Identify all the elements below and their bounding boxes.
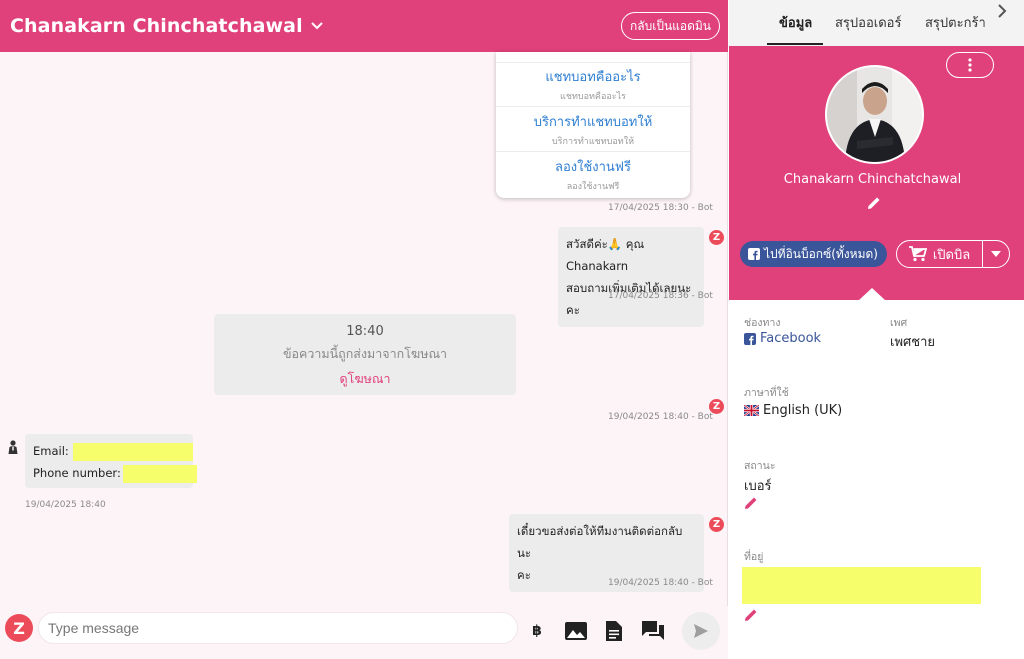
open-bill-button[interactable]: เปิดบิล [896, 240, 1010, 268]
gender-label: เพศ [890, 317, 908, 329]
facebook-icon [748, 248, 760, 260]
status-value: เบอร์ [744, 479, 772, 494]
ad-message: ข้อความนี้ถูกส่งมาจากโฆษณา [282, 346, 448, 361]
bill-options-dropdown[interactable] [983, 241, 1009, 267]
active-tab-indicator [767, 43, 823, 45]
edit-status-icon[interactable] [744, 496, 758, 510]
more-vert-icon [968, 58, 972, 72]
gender-value: เพศชาย [890, 335, 936, 350]
status-label: สถานะ [744, 460, 776, 472]
ad-time: 18:40 [346, 324, 384, 339]
profile-name: Chanakarn Chinchatchawal [783, 172, 962, 187]
contact-name: Chanakarn Chinchatchawal [10, 15, 303, 37]
send-icon [694, 624, 708, 638]
tab-order-summary[interactable]: สรุปออเดอร์ [835, 12, 901, 33]
language-label: ภาษาที่ใช้ [744, 387, 789, 399]
chevron-right-icon[interactable] [996, 2, 1008, 20]
redacted-email [73, 442, 194, 461]
document-icon[interactable] [605, 620, 623, 642]
send-button[interactable] [682, 612, 720, 650]
message-input[interactable]: Type message [38, 612, 518, 644]
chatbot-card: แชทบอทคืออะไร แชทบอทคืออะไร บริการทำแชทบ… [496, 52, 690, 198]
redacted-address [742, 567, 981, 604]
chat-header: Chanakarn Chinchatchawal กลับเป็นแอดมิน [0, 0, 728, 52]
tab-info[interactable]: ข้อมูล [779, 12, 812, 33]
customer-info-panel: ข้อมูล สรุปออเดอร์ สรุปตะกร้า Chanakarn … [729, 0, 1024, 659]
image-icon[interactable] [565, 620, 587, 642]
user-avatar-icon [8, 440, 18, 454]
channel-value: Facebook [744, 331, 821, 346]
timestamp: 17/04/2025 18:36 - Bot [608, 291, 713, 301]
redacted-phone [122, 464, 197, 483]
tab-pointer [859, 288, 885, 300]
chat-panel: Chanakarn Chinchatchawal กลับเป็นแอดมิน … [0, 0, 728, 659]
profile-avatar [825, 65, 924, 164]
card-button-what-is-chatbot[interactable]: แชทบอทคืออะไร แชทบอทคืออะไร [496, 62, 690, 106]
view-ad-link[interactable]: ดูโฆษณา [214, 369, 516, 389]
info-tabs: ข้อมูล สรุปออเดอร์ สรุปตะกร้า [729, 0, 1024, 46]
more-options-button[interactable] [946, 52, 994, 78]
address-label: ที่อยู่ [744, 551, 764, 563]
quick-reply-icon[interactable] [641, 620, 665, 642]
facebook-icon [744, 332, 756, 345]
timestamp: 19/04/2025 18:40 - Bot [608, 412, 713, 422]
bot-avatar-icon: Z [709, 230, 724, 245]
timestamp: 17/04/2025 18:30 - Bot [608, 203, 713, 213]
card-button-chatbot-service[interactable]: บริการทำแชทบอทให้ บริการทำแชทบอทให้ [496, 106, 690, 151]
language-value: English (UK) [744, 403, 842, 418]
profile-header: Chanakarn Chinchatchawal ไปที่อินบ็อกซ์(… [729, 46, 1024, 300]
timestamp: 19/04/2025 18:40 - Bot [608, 578, 713, 588]
edit-pencil-icon[interactable] [867, 196, 881, 210]
tab-cart-summary[interactable]: สรุปตะกร้า [925, 12, 986, 33]
user-message-contact: Email: Phone number: [25, 434, 197, 488]
chevron-down-icon[interactable] [311, 22, 323, 30]
uk-flag-icon [744, 405, 759, 416]
caret-down-icon [991, 251, 1001, 257]
bot-message-greeting: สวัสดีค่ะ🙏 คุณ Chanakarn สอบถามเพิ่มเติม… [558, 227, 704, 327]
edit-address-icon[interactable] [744, 608, 758, 622]
timestamp: 19/04/2025 18:40 [25, 500, 106, 510]
channel-label: ช่องทาง [744, 317, 781, 329]
go-to-inbox-button[interactable]: ไปที่อินบ็อกซ์(ทั้งหมด) [740, 241, 887, 267]
cart-icon [908, 246, 927, 262]
baht-price-icon[interactable]: ฿ [530, 620, 544, 642]
return-to-admin-button[interactable]: กลับเป็นแอดมิน [620, 12, 720, 40]
ad-referral-box: 18:40 ข้อความนี้ถูกส่งมาจากโฆษณา ดูโฆษณา [214, 314, 516, 395]
zwiz-logo-icon[interactable]: Z [5, 614, 33, 642]
card-button-free-trial[interactable]: ลองใช้งานฟรี ลองใช้งานฟรี [496, 151, 690, 196]
bot-avatar-icon: Z [709, 517, 724, 532]
